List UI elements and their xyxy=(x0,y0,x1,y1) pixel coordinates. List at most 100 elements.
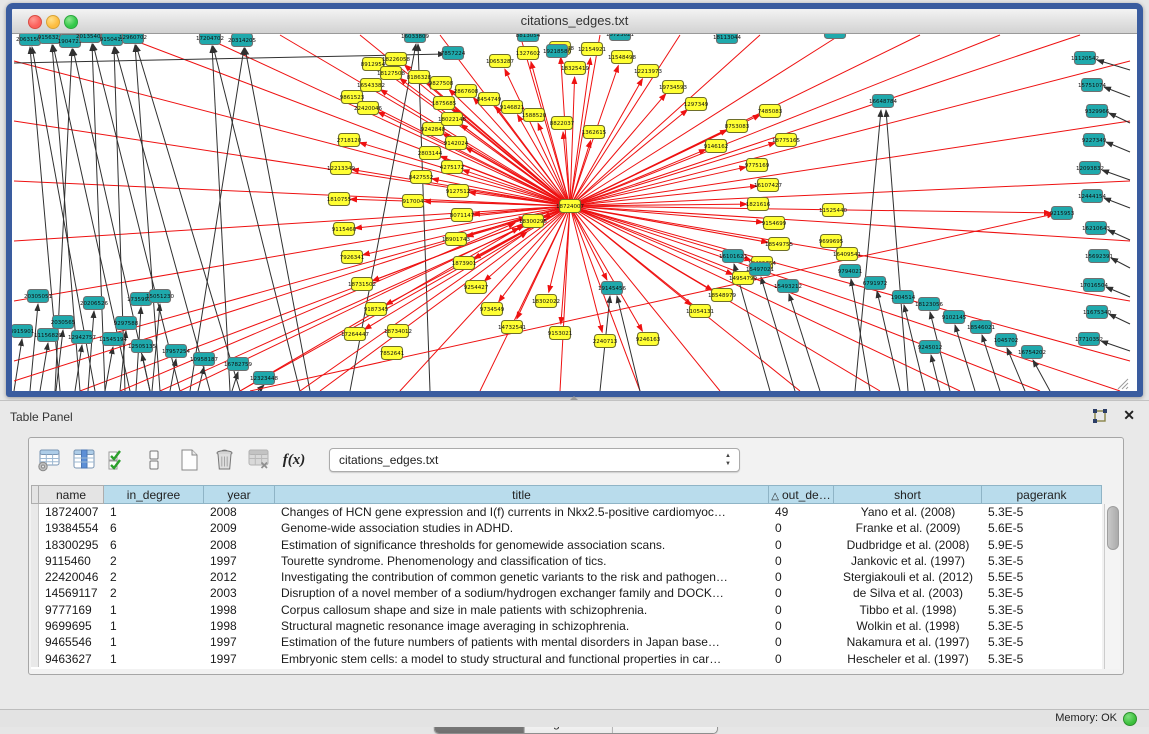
graph-node[interactable] xyxy=(150,290,171,303)
table-row[interactable]: 2242004622012Investigating the contribut… xyxy=(31,569,1102,585)
graph-node[interactable] xyxy=(361,79,382,92)
graph-node[interactable] xyxy=(502,101,523,114)
graph-node[interactable] xyxy=(1052,207,1073,220)
graph-node[interactable] xyxy=(434,97,455,110)
graph-node[interactable] xyxy=(358,102,379,115)
graph-node[interactable] xyxy=(552,117,573,130)
graph-node[interactable] xyxy=(686,98,707,111)
table-row[interactable]: 969969511998Structural magnetic resonanc… xyxy=(31,618,1102,634)
graph-node[interactable] xyxy=(893,291,914,304)
graph-node[interactable] xyxy=(1022,346,1043,359)
graph-node[interactable] xyxy=(663,81,684,94)
graph-node[interactable] xyxy=(865,277,886,290)
graph-node[interactable] xyxy=(479,93,500,106)
graph-node[interactable] xyxy=(996,334,1017,347)
graph-node[interactable] xyxy=(382,347,403,360)
graph-node[interactable] xyxy=(550,327,571,340)
graph-node[interactable] xyxy=(825,34,846,39)
graph-node[interactable] xyxy=(712,289,733,302)
graph-node[interactable] xyxy=(776,134,797,147)
graph-node[interactable] xyxy=(612,51,633,64)
graph-node[interactable] xyxy=(132,340,153,353)
graph-node[interactable] xyxy=(442,113,463,126)
graph-node[interactable] xyxy=(821,235,842,248)
graph-node[interactable] xyxy=(116,317,137,330)
graph-node[interactable] xyxy=(482,303,503,316)
graph-node[interactable] xyxy=(582,43,603,56)
graph-node[interactable] xyxy=(442,161,463,174)
graph-node[interactable] xyxy=(342,251,363,264)
graph-node[interactable] xyxy=(610,34,631,41)
graph-node[interactable] xyxy=(524,109,545,122)
graph-node[interactable] xyxy=(331,162,352,175)
graph-node[interactable] xyxy=(723,250,744,263)
table-row[interactable]: 1872400712008Changes of HCN gene express… xyxy=(31,504,1102,520)
graph-node[interactable] xyxy=(1084,279,1105,292)
graph-node[interactable] xyxy=(366,303,387,316)
graph-node[interactable] xyxy=(502,321,523,334)
table-row[interactable]: 1830029562008Estimation of significance … xyxy=(31,537,1102,553)
graph-node[interactable] xyxy=(423,123,444,136)
graph-node[interactable] xyxy=(381,67,402,80)
selected-rows-button[interactable] xyxy=(104,445,134,475)
graph-node[interactable] xyxy=(1089,250,1110,263)
graph-node[interactable] xyxy=(747,159,768,172)
graph-node[interactable] xyxy=(466,281,487,294)
row-layout-button[interactable] xyxy=(139,445,169,475)
graph-node[interactable] xyxy=(1087,306,1108,319)
graph-node[interactable] xyxy=(778,280,799,293)
graph-node[interactable] xyxy=(339,134,360,147)
graph-node[interactable] xyxy=(452,209,473,222)
network-canvas[interactable]: 1872400798615238912954182260581812750816… xyxy=(12,34,1137,391)
column-header-pagerank[interactable]: pagerank xyxy=(982,485,1102,504)
graph-node[interactable] xyxy=(490,55,511,68)
graph-node[interactable] xyxy=(1087,105,1108,118)
graph-node[interactable] xyxy=(1084,134,1105,147)
graph-node[interactable] xyxy=(84,297,105,310)
graph-node[interactable] xyxy=(518,34,539,42)
graph-node[interactable] xyxy=(60,35,81,48)
graph-node[interactable] xyxy=(40,34,61,44)
graph-node[interactable] xyxy=(446,233,467,246)
graph-node[interactable] xyxy=(717,34,738,44)
graph-node[interactable] xyxy=(232,34,253,47)
graph-node[interactable] xyxy=(1079,333,1100,346)
graph-node[interactable] xyxy=(823,204,844,217)
table-vertical-scrollbar[interactable] xyxy=(1104,504,1120,669)
graph-node[interactable] xyxy=(1075,52,1096,65)
table-row[interactable]: 977716911998Corpus callosum shape and si… xyxy=(31,602,1102,618)
graph-node[interactable] xyxy=(760,105,781,118)
graph-node[interactable] xyxy=(523,215,544,228)
graph-node[interactable] xyxy=(446,137,467,150)
column-header-title[interactable]: title xyxy=(275,485,769,504)
graph-node[interactable] xyxy=(329,193,350,206)
graph-node[interactable] xyxy=(560,200,581,213)
resize-grip[interactable] xyxy=(1118,379,1128,389)
table-selector-dropdown[interactable]: citations_edges.txt ▲▼ xyxy=(329,448,740,472)
float-panel-icon[interactable] xyxy=(1091,408,1109,426)
graph-node[interactable] xyxy=(595,335,616,348)
graph-node[interactable] xyxy=(254,372,275,385)
graph-node[interactable] xyxy=(1080,162,1101,175)
graph-node[interactable] xyxy=(409,71,430,84)
column-header-out_degree[interactable]: △out_de… xyxy=(769,485,834,504)
scrollbar-thumb[interactable] xyxy=(1107,506,1119,550)
close-panel-icon[interactable]: ✕ xyxy=(1123,407,1135,424)
table-row[interactable]: 1938455462009Genome-wide association stu… xyxy=(31,520,1102,536)
graph-node[interactable] xyxy=(448,185,469,198)
graph-node[interactable] xyxy=(53,316,74,329)
column-header-year[interactable]: year xyxy=(204,485,275,504)
graph-node[interactable] xyxy=(748,198,769,211)
graph-node[interactable] xyxy=(944,311,965,324)
table-row[interactable]: 911546021997Tourette syndrome. Phenomeno… xyxy=(31,553,1102,569)
graph-node[interactable] xyxy=(602,282,623,295)
graph-node[interactable] xyxy=(750,263,771,276)
column-header-in_degree[interactable]: in_degree xyxy=(104,485,204,504)
graph-node[interactable] xyxy=(102,34,123,46)
graph-node[interactable] xyxy=(536,295,557,308)
graph-node[interactable] xyxy=(1082,190,1103,203)
graph-node[interactable] xyxy=(1082,79,1103,92)
close-window-button[interactable] xyxy=(28,15,42,29)
graph-node[interactable] xyxy=(837,248,858,261)
graph-node[interactable] xyxy=(431,77,452,90)
